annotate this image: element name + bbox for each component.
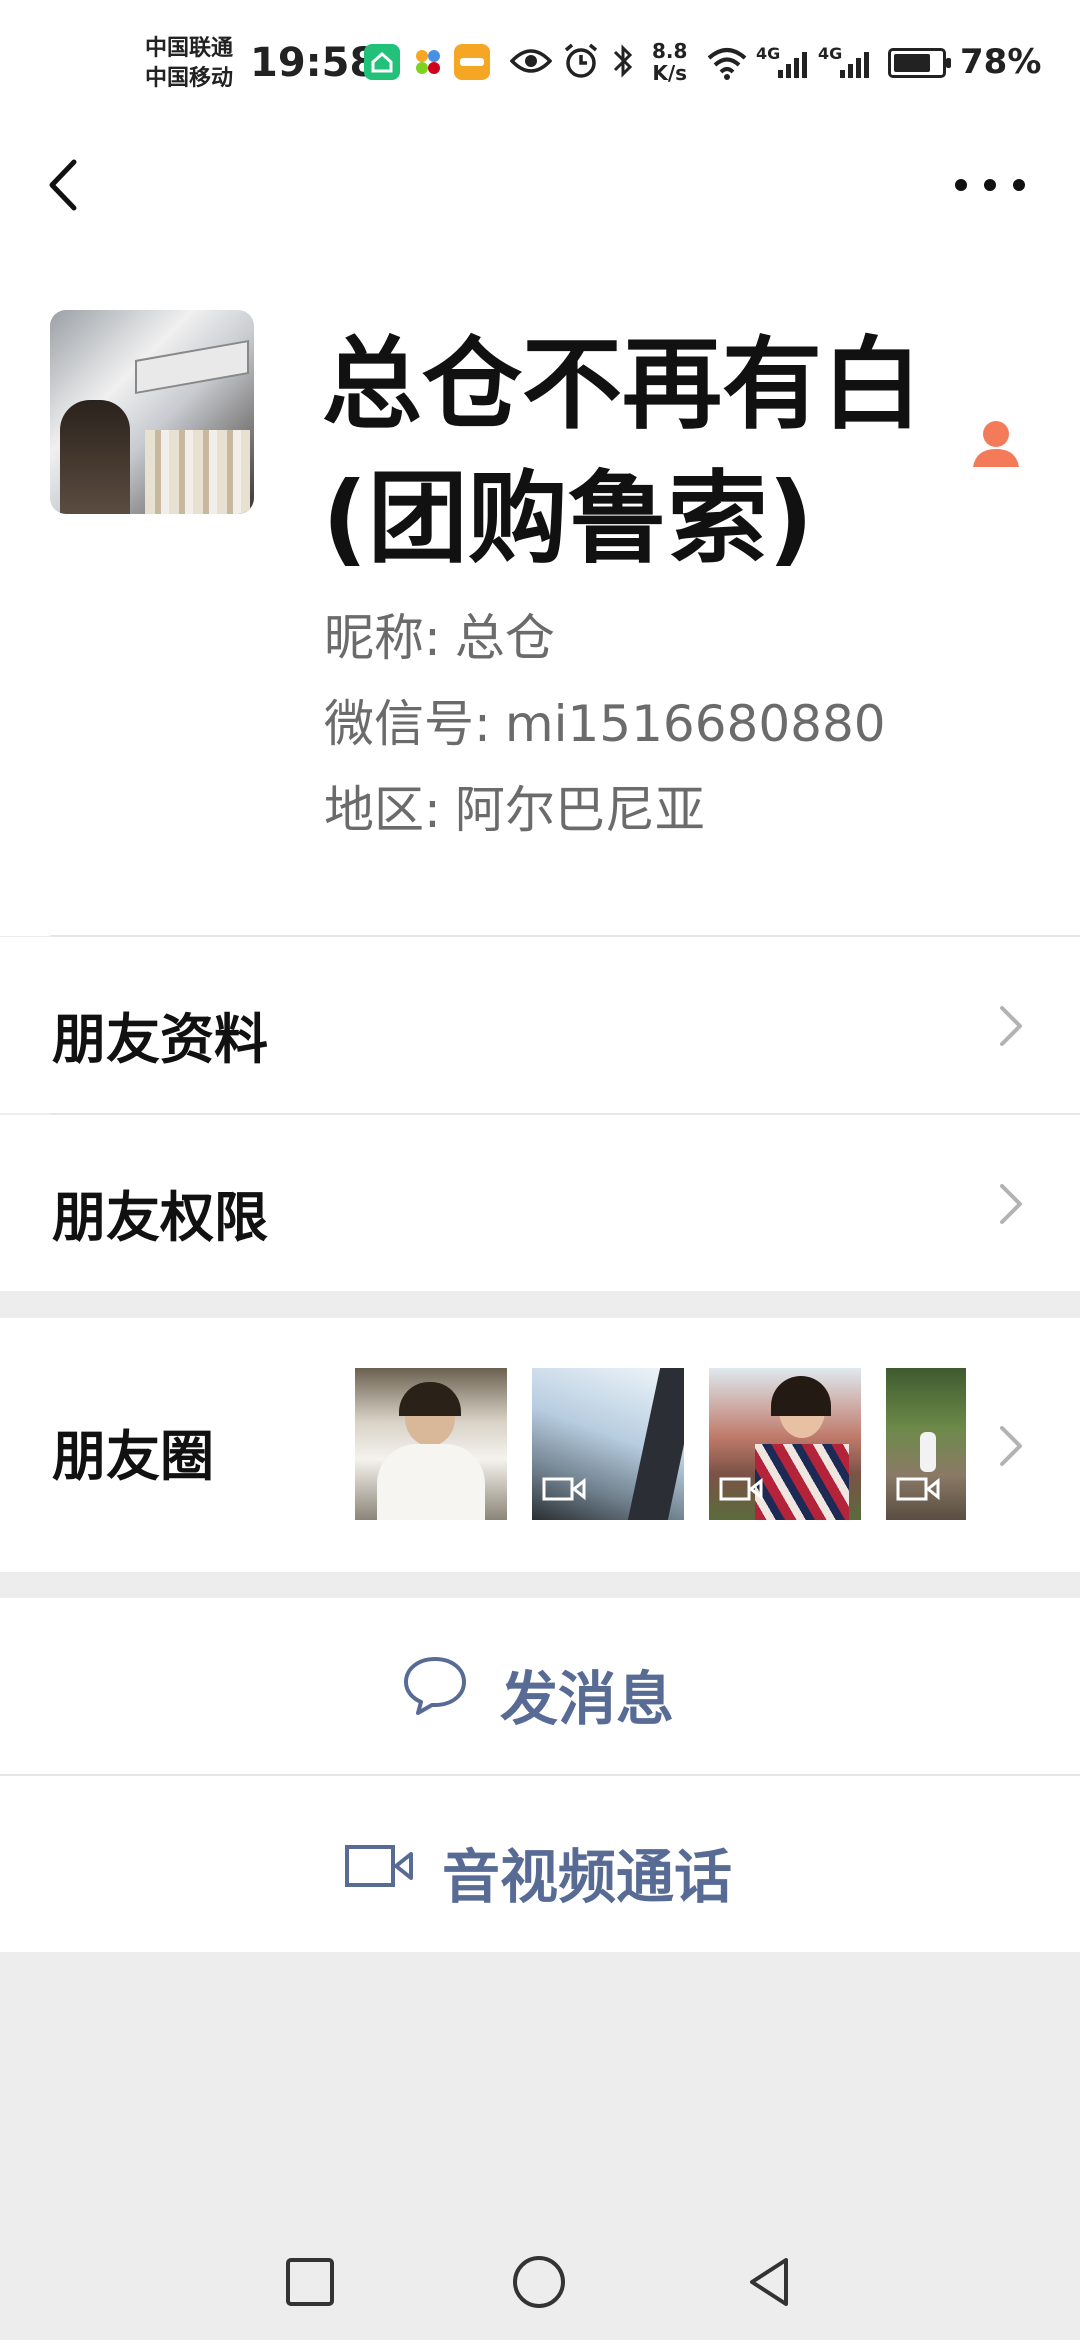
home-app-icon xyxy=(364,44,400,80)
more-dots-icon xyxy=(955,179,967,191)
avatar-figure xyxy=(60,400,130,514)
more-button[interactable] xyxy=(955,160,1025,210)
system-back-button[interactable] xyxy=(740,2252,800,2312)
region-value: 阿尔巴尼亚 xyxy=(454,781,705,839)
avatar-clothes-rack xyxy=(145,430,250,514)
region-label: 地区: xyxy=(324,781,441,839)
carrier-info: 中国联通 中国移动 xyxy=(145,34,233,94)
status-time: 19:58 xyxy=(250,40,378,86)
home-circle-icon xyxy=(513,2256,565,2308)
signal-icon xyxy=(838,50,872,84)
wechat-id-label: 微信号: xyxy=(324,695,491,753)
alarm-icon xyxy=(562,42,600,84)
moments-photo[interactable] xyxy=(355,1368,507,1520)
moments-video[interactable] xyxy=(709,1368,861,1520)
bluetooth-icon xyxy=(610,42,636,84)
home-button[interactable] xyxy=(509,2252,569,2312)
back-button[interactable] xyxy=(40,150,90,220)
avatar[interactable] xyxy=(50,310,254,514)
region-row: 地区: 阿尔巴尼亚 xyxy=(324,770,705,842)
contact-name: 总仓不再有白 (团购鲁索) xyxy=(322,318,982,586)
avatar-sign xyxy=(135,339,249,395)
more-dot xyxy=(984,179,996,191)
recents-square-icon xyxy=(286,2258,334,2306)
back-triangle-icon xyxy=(750,2258,788,2306)
nickname-label: 昵称: xyxy=(324,609,441,667)
battery-percent: 78% xyxy=(960,42,1042,82)
nickname-value: 总仓 xyxy=(454,609,555,667)
net-speed: 8.8 K/s xyxy=(652,40,687,84)
wechat-id-row: 微信号: mi1516680880 xyxy=(324,684,886,756)
wifi-icon xyxy=(706,46,748,84)
palette-app-icon xyxy=(412,46,444,78)
chat-bubble-icon xyxy=(402,1655,468,1721)
send-message-label: 发消息 xyxy=(500,1665,675,1733)
friend-permissions-label: 朋友权限 xyxy=(52,1186,268,1249)
video-icon xyxy=(542,1477,586,1501)
eye-icon xyxy=(509,46,553,80)
header-bar xyxy=(0,130,1080,260)
signal-icon xyxy=(776,50,810,84)
chevron-right-icon xyxy=(994,998,1028,1054)
more-dot xyxy=(1013,179,1025,191)
video-icon xyxy=(719,1477,763,1501)
imou-app-icon xyxy=(454,44,490,80)
recents-button[interactable] xyxy=(280,2252,340,2312)
nickname-row: 昵称: 总仓 xyxy=(324,598,555,670)
moments-video[interactable] xyxy=(886,1368,966,1520)
video-icon xyxy=(896,1477,940,1501)
video-call-label: 音视频通话 xyxy=(442,1843,733,1911)
moments-video[interactable] xyxy=(532,1368,684,1520)
chevron-right-icon xyxy=(994,1418,1028,1474)
chevron-left-icon xyxy=(49,159,77,211)
wechat-id-value[interactable]: mi1516680880 xyxy=(505,695,886,753)
net-speed-unit: K/s xyxy=(652,61,688,85)
friend-info-label: 朋友资料 xyxy=(52,1008,268,1071)
female-icon xyxy=(968,415,1024,471)
carrier-1: 中国联通 xyxy=(145,36,234,61)
carrier-2: 中国移动 xyxy=(145,66,234,91)
net-speed-value: 8.8 xyxy=(652,39,688,63)
contact-name-line-2: (团购鲁索) xyxy=(322,460,814,577)
battery-icon xyxy=(888,48,951,78)
moments-label: 朋友圈 xyxy=(52,1425,214,1488)
video-camera-icon xyxy=(344,1844,414,1892)
chevron-right-icon xyxy=(994,1176,1028,1232)
contact-name-line-1: 总仓不再有白 xyxy=(322,326,922,443)
